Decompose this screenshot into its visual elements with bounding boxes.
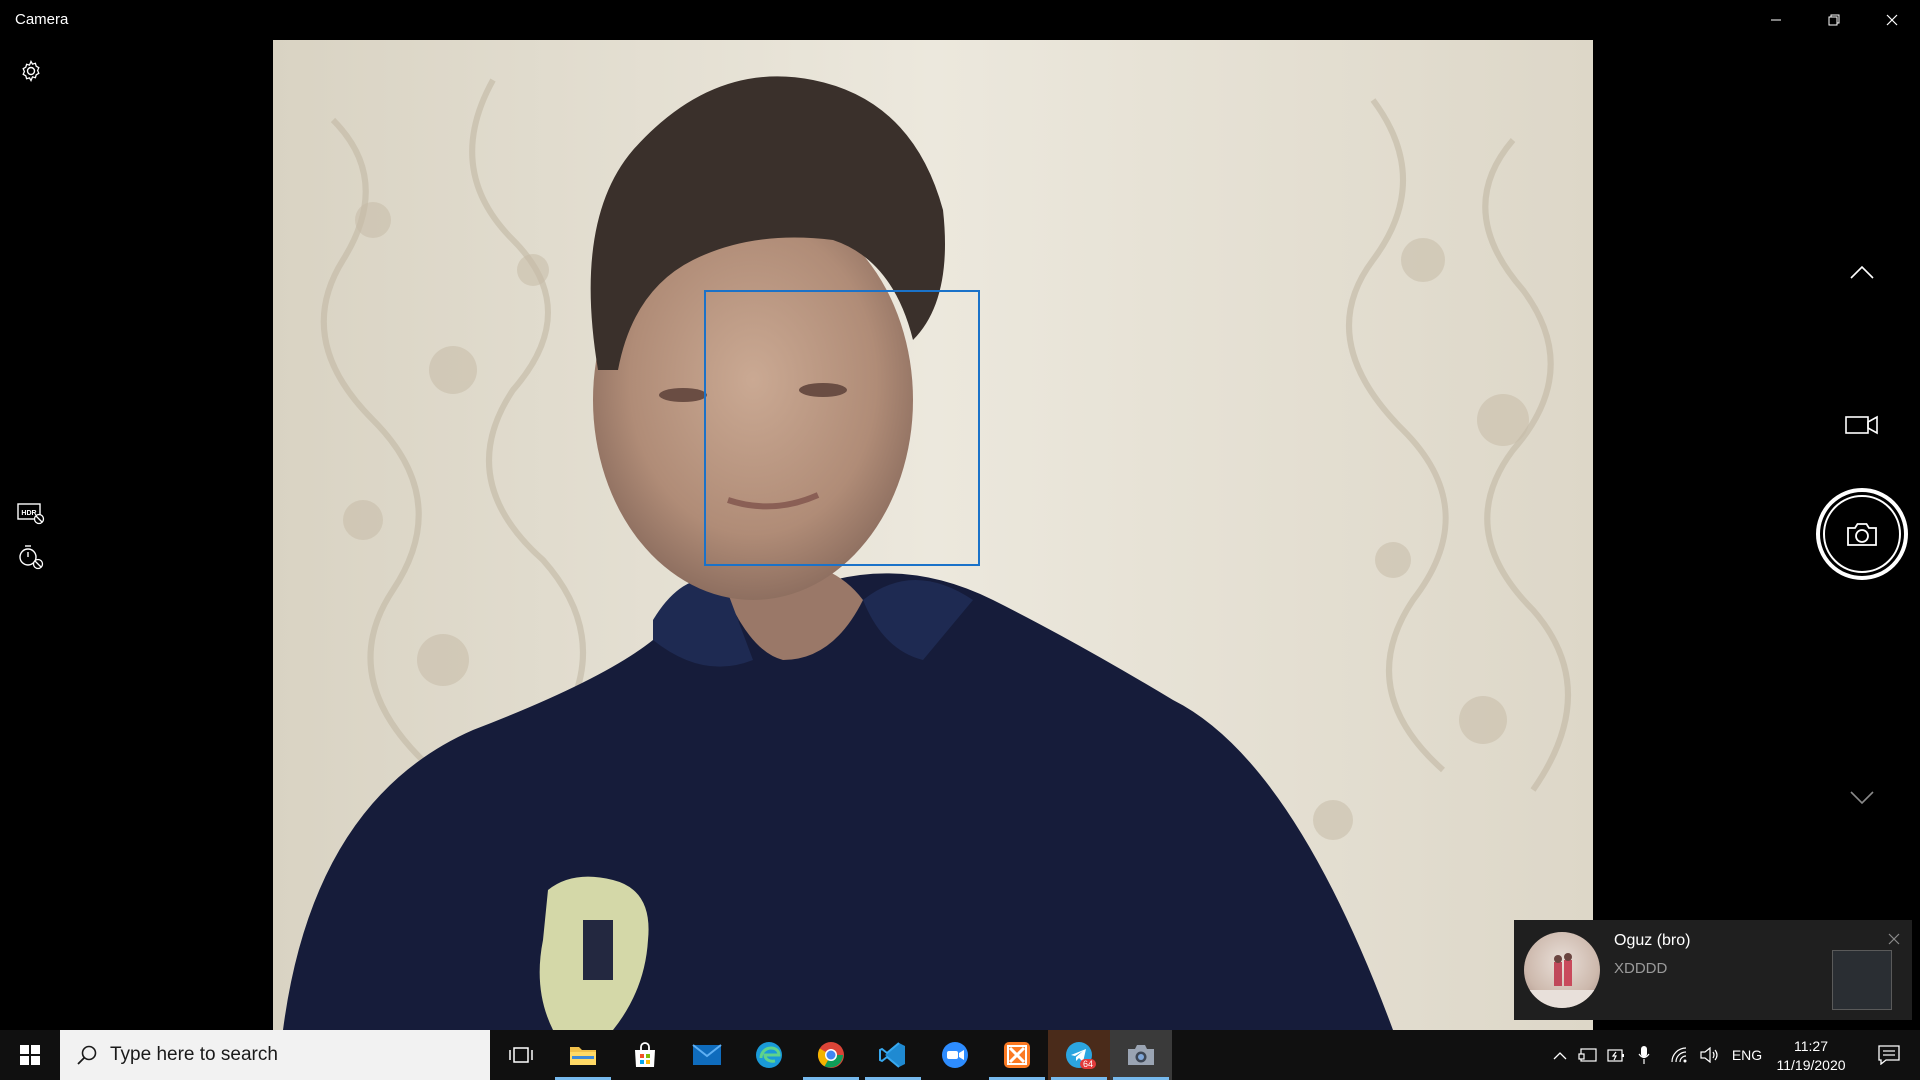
collapse-up-button[interactable]	[1846, 256, 1878, 288]
vscode-button[interactable]	[862, 1030, 924, 1080]
close-button[interactable]	[1864, 0, 1920, 40]
telegram-button[interactable]: 64	[1048, 1030, 1110, 1080]
tray-clock[interactable]: 11:27 11/19/2020	[1756, 1037, 1866, 1075]
settings-button[interactable]	[16, 56, 46, 86]
face-detection-box	[704, 290, 980, 566]
hdr-toggle[interactable]: HDR	[16, 498, 46, 528]
video-camera-icon	[1845, 415, 1878, 435]
sender-avatar	[1524, 932, 1600, 1008]
wifi-icon	[1671, 1047, 1687, 1063]
action-center-button[interactable]	[1866, 1030, 1912, 1080]
take-photo-button[interactable]	[1816, 488, 1908, 580]
close-icon	[1886, 14, 1898, 26]
notification-message: XDDDD	[1614, 960, 1668, 977]
camera-app-icon	[1128, 1045, 1154, 1065]
notification-center-icon	[1878, 1045, 1900, 1065]
notification-sender: Oguz (bro)	[1614, 932, 1691, 949]
edge-icon	[756, 1042, 782, 1068]
xampp-button[interactable]	[986, 1030, 1048, 1080]
hdr-off-icon: HDR	[17, 503, 45, 525]
clock-date: 11/19/2020	[1776, 1057, 1846, 1073]
camera-app-button[interactable]	[1110, 1030, 1172, 1080]
window-title: Camera	[15, 11, 69, 28]
speaker-icon	[1700, 1047, 1718, 1063]
video-mode-button[interactable]	[1842, 410, 1882, 440]
clock-time: 11:27	[1794, 1038, 1828, 1054]
windows-logo-icon	[20, 1045, 40, 1065]
chrome-button[interactable]	[800, 1030, 862, 1080]
restore-button[interactable]	[1806, 0, 1862, 40]
chevron-up-icon	[1850, 265, 1874, 279]
mail-button[interactable]	[676, 1030, 738, 1080]
file-explorer-button[interactable]	[552, 1030, 614, 1080]
search-icon	[77, 1045, 97, 1065]
notification-toast[interactable]: Oguz (bro) XDDDD	[1514, 920, 1912, 1020]
camera-shutter-icon	[1847, 523, 1877, 546]
taskbar-search-box[interactable]	[60, 1030, 490, 1080]
zoom-icon	[942, 1042, 968, 1068]
chevron-up-icon	[1553, 1051, 1567, 1059]
gear-icon	[22, 60, 40, 82]
start-button[interactable]	[0, 1030, 60, 1080]
minimize-icon	[1771, 19, 1781, 21]
collapse-down-button[interactable]	[1846, 782, 1878, 814]
camera-preview	[273, 40, 1593, 1030]
restore-icon	[1828, 14, 1840, 26]
task-view-button[interactable]	[490, 1030, 552, 1080]
svg-text:HDR: HDR	[21, 510, 36, 517]
microsoft-store-button[interactable]	[614, 1030, 676, 1080]
zoom-button[interactable]	[924, 1030, 986, 1080]
shutter-ring	[1823, 495, 1901, 573]
tablet-icon	[1578, 1048, 1597, 1062]
mail-icon	[692, 1044, 722, 1065]
battery-charging-icon	[1607, 1049, 1624, 1062]
notification-close-button[interactable]	[1888, 932, 1900, 950]
notification-image-preview[interactable]	[1832, 950, 1892, 1010]
taskbar: 64 ENG 11:27 11/19/2020	[0, 1030, 1920, 1080]
xampp-icon	[1004, 1042, 1030, 1068]
microphone-icon	[1638, 1046, 1650, 1064]
title-bar: Camera	[0, 0, 1920, 40]
vscode-icon	[879, 1042, 905, 1068]
show-hidden-icons-button[interactable]	[1548, 1030, 1572, 1080]
tray-power-button[interactable]	[1604, 1030, 1628, 1080]
telegram-unread-badge: 64	[1080, 1059, 1097, 1069]
minimize-button[interactable]	[1748, 0, 1804, 40]
search-input[interactable]	[108, 1043, 452, 1067]
microsoft-store-icon	[635, 1042, 655, 1067]
tray-volume-button[interactable]	[1698, 1030, 1722, 1080]
tray-device-button[interactable]	[1576, 1030, 1600, 1080]
timer-toggle[interactable]	[16, 542, 46, 572]
close-icon	[1888, 933, 1900, 945]
tray-network-button[interactable]	[1668, 1030, 1692, 1080]
file-explorer-icon	[570, 1047, 596, 1065]
edge-button[interactable]	[738, 1030, 800, 1080]
task-view-icon	[509, 1047, 533, 1063]
chevron-down-icon	[1850, 791, 1874, 805]
tray-microphone-button[interactable]	[1632, 1030, 1656, 1080]
chrome-icon	[817, 1042, 844, 1068]
timer-off-icon	[19, 545, 44, 570]
